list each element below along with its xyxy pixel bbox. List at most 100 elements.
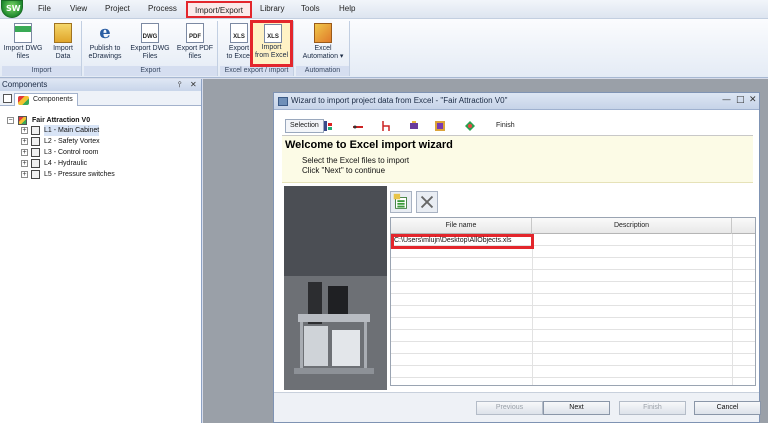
table-row[interactable] [391,294,755,306]
machine-illustration [284,186,387,390]
export-pdf-files-button[interactable]: PDF Export PDF files [176,23,214,65]
table-row[interactable] [391,258,755,270]
components-tab-strip: Components [0,91,201,106]
close-icon[interactable]: ✕ [749,95,757,105]
location-icon [31,148,40,157]
file-grid-toolbar [390,191,450,213]
import-from-excel-button[interactable]: XLS Import from Excel [250,20,293,67]
step-finish[interactable]: Finish [496,120,515,132]
table-row[interactable] [391,306,755,318]
collapse-icon[interactable]: − [7,117,14,124]
import-dwg-icon [14,23,32,43]
expand-icon[interactable]: + [21,149,28,156]
wizard-footer: Previous Next Finish Cancel [274,392,761,422]
remove-file-button[interactable] [416,191,438,213]
location-icon [31,137,40,146]
grid-header: File name Description [391,218,755,234]
wizard-header: Welcome to Excel import wizard Select th… [282,135,753,183]
table-row[interactable] [391,270,755,282]
menu-import-export[interactable]: Import/Export [186,1,253,18]
add-excel-file-icon [393,193,407,209]
file-name-cell[interactable]: C:\Users\mlujn\Desktop\AllObjects.xls [394,237,511,244]
menu-library[interactable]: Library [260,4,284,13]
menu-tools[interactable]: Tools [301,4,320,13]
import-data-button[interactable]: Import Data [44,23,82,65]
maximize-icon[interactable]: □ [736,95,745,105]
table-row[interactable] [391,282,755,294]
components-panel-title: Components ⫯ ✕ [0,79,201,91]
column-header-description[interactable]: Description [532,218,732,234]
excel-automation-button[interactable]: Excel Automation ▾ [303,23,343,65]
menu-help[interactable]: Help [339,4,355,13]
table-row[interactable] [391,354,755,366]
tab-components[interactable]: Components [14,93,78,106]
close-panel-icon[interactable]: ✕ [190,79,197,91]
wizard-instruction: Select the Excel files to import [302,156,410,165]
excel-import-wizard: Wizard to import project data from Excel… [273,92,761,423]
wizard-titlebar[interactable]: Wizard to import project data from Excel… [274,93,759,110]
pin-icon[interactable]: ⫯ [178,79,181,91]
step-terminal-icon[interactable] [408,120,420,132]
menu-process[interactable]: Process [148,4,177,13]
wizard-instruction: Click "Next" to continue [302,166,386,175]
xls-import-icon: XLS [264,24,282,43]
wizard-window-icon [278,97,288,106]
application-button[interactable]: SW [1,0,23,18]
table-row[interactable] [391,366,755,378]
menu-view[interactable]: View [70,4,87,13]
components-panel: Components ⫯ ✕ Components − Fair Attract… [0,79,202,423]
ribbon-group-label: Automation [296,66,349,76]
import-data-icon [54,23,72,43]
menu-file[interactable]: File [38,4,51,13]
pdf-file-icon: PDF [186,23,204,43]
next-button[interactable]: Next [543,401,610,415]
table-row[interactable] [391,342,755,354]
excel-automation-icon [314,23,332,43]
location-icon [31,170,40,179]
ribbon-group-import: Import DWG files Import Data Import [2,21,82,76]
step-selection[interactable]: Selection [285,119,324,133]
expand-icon[interactable]: + [21,160,28,167]
import-dwg-files-button[interactable]: Import DWG files [4,23,42,65]
location-icon [31,159,40,168]
location-icon [31,126,40,135]
menu-project[interactable]: Project [105,4,130,13]
ribbon-group-label: Import [2,66,81,76]
add-excel-file-button[interactable] [390,191,412,213]
edrawings-icon: e [99,22,111,43]
table-row[interactable] [391,330,755,342]
document-icon[interactable] [3,94,12,103]
step-parts-icon[interactable] [434,120,446,132]
project-icon [18,116,27,125]
menu-bar: SW File View Project Process Import/Expo… [0,0,768,19]
components-icon [18,96,29,105]
export-dwg-files-button[interactable]: DWG Export DWG Files [130,23,170,65]
ribbon-group-label: Excel export / import [220,66,293,76]
expand-icon[interactable]: + [21,127,28,134]
cancel-button[interactable]: Cancel [694,401,761,415]
step-manufacturer-icon[interactable] [464,120,476,132]
delete-x-icon [420,195,434,209]
previous-button[interactable]: Previous [476,401,543,415]
column-header-file-name[interactable]: File name [391,218,532,234]
step-cable-icon[interactable] [380,120,392,132]
ribbon-group-label: Export [84,66,217,76]
minimize-icon[interactable]: — [722,95,731,105]
finish-button[interactable]: Finish [619,401,686,415]
table-row[interactable] [391,318,755,330]
wizard-heading: Welcome to Excel import wizard [285,139,453,151]
step-objects-icon[interactable] [322,120,334,132]
dwg-file-icon: DWG [141,23,159,43]
wizard-title: Wizard to import project data from Excel… [291,96,508,105]
step-wire-icon[interactable] [352,120,364,132]
publish-edrawings-button[interactable]: e Publish to eDrawings [86,23,124,65]
app-logo-icon: SW [6,4,21,13]
excel-file-grid: File name Description C:\Users\mlujn\Des… [390,217,756,386]
ribbon-group-export: e Publish to eDrawings DWG Export DWG Fi… [84,21,218,76]
expand-icon[interactable]: + [21,138,28,145]
ribbon-group-automation: Excel Automation ▾ Automation [296,21,350,76]
xls-export-icon: XLS [230,23,248,43]
wizard-step-bar: Selection Finish [282,119,752,133]
expand-icon[interactable]: + [21,171,28,178]
ribbon: Import DWG files Import Data Import e Pu… [0,19,768,78]
